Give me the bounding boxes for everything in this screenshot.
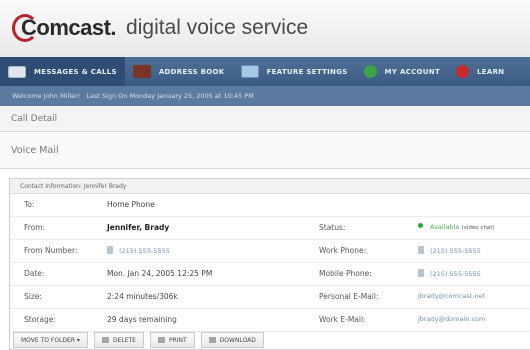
from-number-link[interactable]: (215) 555-5555 <box>119 247 170 255</box>
main-nav: MESSAGES & CALLS ADDRESS BOOK FEATURE SE… <box>0 57 530 86</box>
personal-email-label: Personal E-Mail: <box>319 292 379 301</box>
row-date: Date: Mon. Jan 24, 2005 12:25 PM Mobile … <box>10 263 530 286</box>
date-value: Mon. Jan 24, 2005 12:25 PM <box>107 269 213 278</box>
from-value: Jennifer, Brady <box>107 223 170 232</box>
nav-label: MY ACCOUNT <box>384 67 441 76</box>
status-note: (video chat) <box>461 225 495 231</box>
chevron-down-icon: ▾ <box>76 336 80 344</box>
learn-icon <box>456 65 470 78</box>
download-label: DOWNLOAD <box>219 336 256 344</box>
row-to: To: Home Phone <box>10 194 530 217</box>
delete-icon <box>101 337 109 343</box>
size-value: 2:24 minutes/306k <box>107 292 178 301</box>
move-to-folder-button[interactable]: MOVE TO FOLDER ▾ <box>13 332 88 348</box>
voice-mail-label: Voice Mail <box>11 145 59 156</box>
mobile-phone-label: Mobile Phone: <box>319 269 372 278</box>
mobile-phone-value[interactable]: (215) 555-5555 <box>418 269 481 278</box>
last-sign-on: Last Sign On Monday January 25, 2005 at … <box>86 92 254 100</box>
brand-name: Comcast. <box>21 15 117 40</box>
row-from: From: Jennifer, Brady Status: Available … <box>10 217 530 240</box>
my-account-icon <box>363 65 377 78</box>
from-number-label: From Number: <box>24 246 78 255</box>
nav-label: FEATURE SETTINGS <box>266 67 348 76</box>
phone-icon <box>418 269 424 277</box>
print-label: PRINT <box>168 336 187 344</box>
status-label: Status: <box>319 223 346 232</box>
address-book-icon <box>132 65 151 78</box>
storage-label: Storage: <box>24 315 56 324</box>
feature-settings-icon <box>240 65 259 78</box>
message-actions: MOVE TO FOLDER ▾ DELETE PRINT DOWNLOAD <box>13 332 264 348</box>
phone-icon <box>418 246 424 254</box>
work-phone-link[interactable]: (215) 555-5555 <box>430 247 481 255</box>
row-size: Size: 2:24 minutes/306k Personal E-Mail:… <box>10 286 530 309</box>
contact-panel-title: Contact Information: Jennifer Brady <box>10 179 530 194</box>
work-email-link[interactable]: jbrady@domain.com <box>418 315 485 323</box>
personal-email-link[interactable]: jbrady@comcast.net <box>418 292 485 300</box>
work-email-label: Work E-Mail: <box>319 315 366 324</box>
welcome-bar: Welcome John Miller! Last Sign On Monday… <box>0 86 530 106</box>
nav-learn[interactable]: LEARN <box>448 57 512 86</box>
nav-messages-calls[interactable]: MESSAGES & CALLS <box>0 57 125 86</box>
size-label: Size: <box>24 292 42 301</box>
welcome-greeting: Welcome John Miller! <box>12 92 81 100</box>
available-status-icon <box>418 223 423 228</box>
storage-value: 29 days remaining <box>107 315 177 324</box>
status-text: Available <box>430 223 460 231</box>
call-detail-header[interactable]: Call Detail <box>0 106 530 132</box>
download-button[interactable]: DOWNLOAD <box>200 332 264 348</box>
call-detail-label: Call Detail <box>11 113 58 124</box>
print-button[interactable]: PRINT <box>149 332 195 348</box>
row-from-number: From Number: (215) 555-5555 Work Phone: … <box>10 240 530 263</box>
comcast-logo: Comcast. digital voice service <box>12 13 308 43</box>
nav-address-book[interactable]: ADDRESS BOOK <box>125 57 233 86</box>
nav-label: LEARN <box>477 67 505 76</box>
mail-icon <box>8 65 26 78</box>
work-phone-value[interactable]: (215) 555-5555 <box>418 246 481 255</box>
move-to-folder-label: MOVE TO FOLDER <box>21 336 75 344</box>
nav-label: ADDRESS BOOK <box>158 67 225 76</box>
from-label: From: <box>24 223 46 232</box>
app-header: Comcast. digital voice service <box>0 0 530 57</box>
nav-feature-settings[interactable]: FEATURE SETTINGS <box>233 57 356 86</box>
print-icon <box>157 337 165 343</box>
contact-panel: Contact Information: Jennifer Brady To: … <box>9 178 530 350</box>
delete-button[interactable]: DELETE <box>93 332 144 348</box>
voice-mail-header[interactable]: Voice Mail <box>0 133 530 169</box>
phone-icon <box>107 246 113 254</box>
mobile-phone-link[interactable]: (215) 555-5555 <box>430 270 481 278</box>
row-storage: Storage: 29 days remaining Work E-Mail: … <box>10 309 530 332</box>
to-value: Home Phone <box>107 200 155 209</box>
nav-label: MESSAGES & CALLS <box>34 67 117 76</box>
work-phone-label: Work Phone: <box>319 246 367 255</box>
date-label: Date: <box>24 269 45 278</box>
delete-label: DELETE <box>112 336 136 344</box>
status-value: Available (video chat) <box>418 223 495 231</box>
service-name: digital voice service <box>126 16 309 39</box>
to-label: To: <box>24 200 35 209</box>
from-number-value[interactable]: (215) 555-5555 <box>107 246 170 255</box>
download-icon <box>208 337 216 343</box>
nav-my-account[interactable]: MY ACCOUNT <box>356 57 448 86</box>
